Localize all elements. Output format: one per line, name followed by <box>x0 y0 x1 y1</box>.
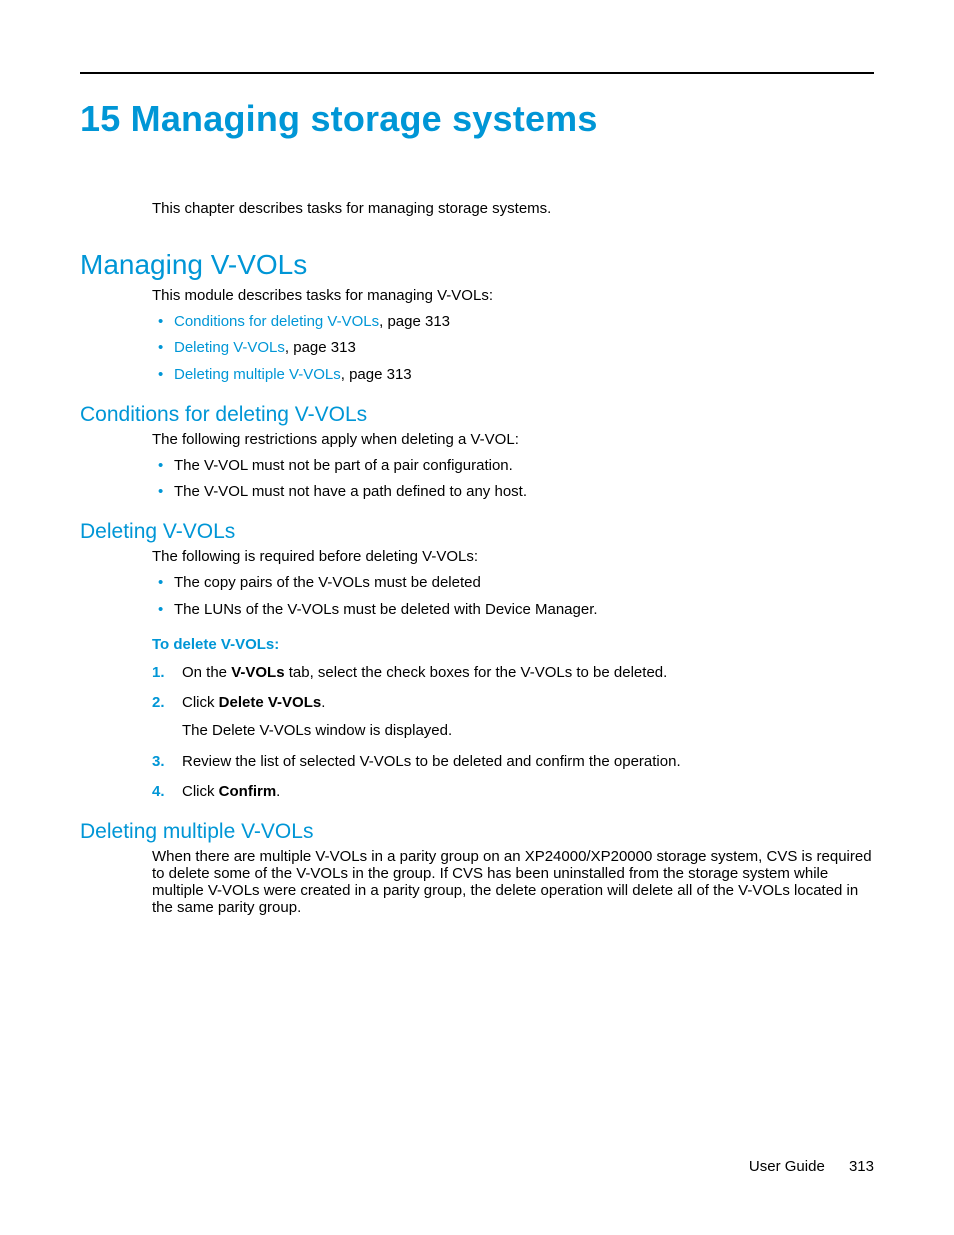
page-number: 313 <box>849 1158 874 1175</box>
step-result: The Delete V-VOLs window is displayed. <box>182 721 874 741</box>
paragraph: When there are multiple V-VOLs in a pari… <box>152 848 874 916</box>
toc-link[interactable]: Conditions for deleting V-VOLs <box>174 313 379 330</box>
toc-link[interactable]: Deleting multiple V-VOLs <box>174 366 341 383</box>
step: Click Confirm. <box>152 782 874 802</box>
step-text: Click <box>182 694 219 711</box>
subsection-intro: The following restrictions apply when de… <box>152 431 874 448</box>
toc-link[interactable]: Deleting V-VOLs <box>174 339 285 356</box>
chapter-intro: This chapter describes tasks for managin… <box>152 200 874 217</box>
step-bold: Confirm <box>219 783 277 800</box>
toc-item: Deleting V-VOLs, page 313 <box>152 338 874 358</box>
section-managing-vvols: Managing V-VOLs <box>80 249 874 281</box>
section-intro: This module describes tasks for managing… <box>152 287 874 304</box>
requirements-list: The copy pairs of the V-VOLs must be del… <box>152 573 874 620</box>
subsection-conditions: Conditions for deleting V-VOLs <box>80 403 874 427</box>
subsection-intro: The following is required before deletin… <box>152 548 874 565</box>
page-footer: User Guide 313 <box>749 1158 874 1175</box>
procedure-steps: On the V-VOLs tab, select the check boxe… <box>152 663 874 802</box>
list-item: The LUNs of the V-VOLs must be deleted w… <box>152 600 874 620</box>
step: On the V-VOLs tab, select the check boxe… <box>152 663 874 683</box>
step-bold: Delete V-VOLs <box>219 694 322 711</box>
step-text: Click <box>182 783 219 800</box>
step: Review the list of selected V-VOLs to be… <box>152 752 874 772</box>
footer-label: User Guide <box>749 1158 825 1175</box>
subsection-deleting: Deleting V-VOLs <box>80 520 874 544</box>
step-text: On the <box>182 664 231 681</box>
subsection-deleting-multiple: Deleting multiple V-VOLs <box>80 820 874 844</box>
chapter-title: 15 Managing storage systems <box>80 98 874 140</box>
step-bold: V-VOLs <box>231 664 284 681</box>
step: Click Delete V-VOLs. The Delete V-VOLs w… <box>152 693 874 742</box>
subsection-body: The following restrictions apply when de… <box>152 431 874 503</box>
top-rule <box>80 72 874 74</box>
procedure-title: To delete V-VOLs: <box>152 636 874 653</box>
step-text: tab, select the check boxes for the V-VO… <box>285 664 668 681</box>
step-text: . <box>321 694 325 711</box>
restrictions-list: The V-VOL must not be part of a pair con… <box>152 456 874 503</box>
list-item: The copy pairs of the V-VOLs must be del… <box>152 573 874 593</box>
toc-item: Conditions for deleting V-VOLs, page 313 <box>152 312 874 332</box>
list-item: The V-VOL must not have a path defined t… <box>152 482 874 502</box>
list-item: The V-VOL must not be part of a pair con… <box>152 456 874 476</box>
document-page: 15 Managing storage systems This chapter… <box>0 0 954 1235</box>
toc-item: Deleting multiple V-VOLs, page 313 <box>152 365 874 385</box>
toc-suffix: , page 313 <box>341 366 412 383</box>
section-body: This module describes tasks for managing… <box>152 287 874 385</box>
subsection-body: The following is required before deletin… <box>152 548 874 802</box>
subsection-body: When there are multiple V-VOLs in a pari… <box>152 848 874 916</box>
step-text: . <box>276 783 280 800</box>
toc-suffix: , page 313 <box>285 339 356 356</box>
toc-suffix: , page 313 <box>379 313 450 330</box>
toc-list: Conditions for deleting V-VOLs, page 313… <box>152 312 874 385</box>
